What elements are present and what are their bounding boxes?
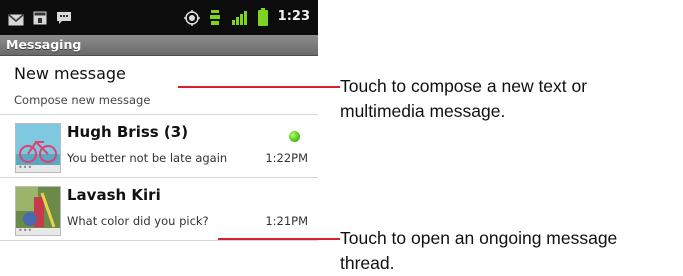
callout-text-line: multimedia message. bbox=[340, 101, 506, 121]
sms-icon bbox=[56, 10, 72, 29]
callout-text-compose: Touch to compose a new text or multimedi… bbox=[340, 74, 587, 124]
phone-screen: 1:23 Messaging New message Compose new m… bbox=[0, 0, 318, 245]
gmail-icon bbox=[8, 11, 24, 30]
photo-overflow-dots: ••• bbox=[16, 227, 60, 235]
gps-icon bbox=[184, 10, 200, 30]
status-clock: 1:23 bbox=[277, 9, 310, 24]
signal-icon bbox=[232, 10, 248, 29]
callout-line-thread bbox=[218, 238, 340, 240]
callout-text-line: Touch to open an ongoing message bbox=[340, 228, 618, 248]
contact-photo-colorful: ••• bbox=[15, 186, 61, 236]
battery-icon bbox=[258, 8, 268, 30]
app-title: Messaging bbox=[6, 37, 82, 52]
new-message-label: New message bbox=[14, 64, 126, 83]
photo-overflow-dots: ••• bbox=[16, 164, 60, 172]
thread-contact-name: Hugh Briss (3) bbox=[67, 123, 189, 141]
thread-item-hugh-briss[interactable]: ••• Hugh Briss (3) You better not be lat… bbox=[0, 115, 318, 178]
thread-contact-name: Lavash Kiri bbox=[67, 186, 161, 204]
callout-text-line: thread. bbox=[340, 253, 395, 273]
callout-text-line: Touch to compose a new text or bbox=[340, 76, 588, 96]
thread-item-lavash-kiri[interactable]: ••• Lavash Kiri What color did you pick?… bbox=[0, 178, 318, 241]
calendar-icon bbox=[33, 10, 47, 29]
thread-time: 1:21PM bbox=[265, 214, 308, 228]
network-3g-icon bbox=[209, 9, 221, 30]
status-bar: 1:23 bbox=[0, 0, 318, 35]
thread-snippet: You better not be late again bbox=[67, 151, 228, 165]
thread-time: 1:22PM bbox=[265, 151, 308, 165]
thread-snippet: What color did you pick? bbox=[67, 214, 209, 228]
contact-photo-bicycle: ••• bbox=[15, 123, 61, 173]
callout-line-compose bbox=[178, 86, 340, 88]
callout-text-thread: Touch to open an ongoing message thread. bbox=[340, 226, 617, 276]
online-presence-icon bbox=[289, 131, 300, 142]
app-title-bar: Messaging bbox=[0, 35, 318, 56]
new-message-subtitle: Compose new message bbox=[14, 93, 151, 107]
